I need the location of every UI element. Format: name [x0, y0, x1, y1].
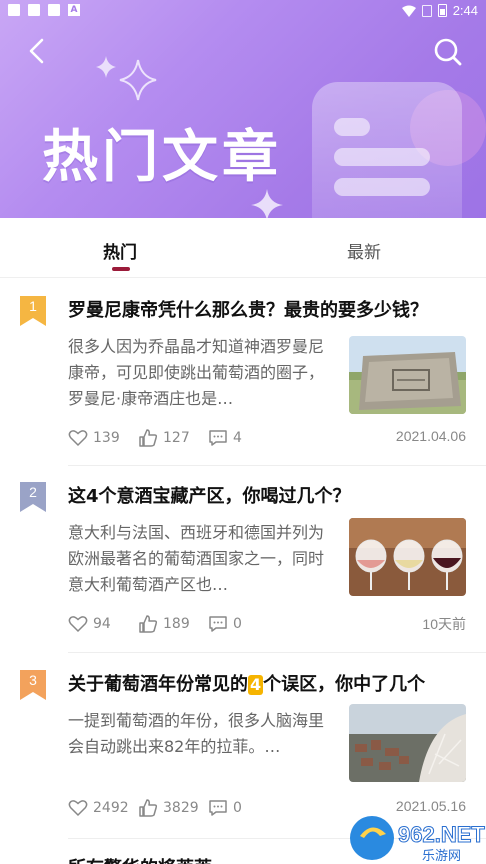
active-tab-indicator: [112, 267, 130, 271]
notification-icon: [8, 4, 20, 16]
status-time: 2:44: [452, 3, 478, 18]
tab-latest[interactable]: 最新: [347, 238, 381, 263]
article-title[interactable]: 关于葡萄酒年份常见的 4 个误区，你中了几个: [68, 670, 486, 696]
thumbs-up-icon: [139, 429, 158, 447]
heart-icon: [68, 430, 88, 447]
comments-stat[interactable]: 4: [208, 428, 242, 448]
likes-stat[interactable]: 3829: [138, 798, 199, 818]
comment-icon: [209, 616, 227, 632]
likes-stat[interactable]: 189: [138, 614, 190, 634]
article-thumbnail[interactable]: [349, 518, 466, 596]
rank-badge: 3: [20, 670, 46, 700]
article-item[interactable]: 1 罗曼尼康帝凭什么那么贵？最贵的要多少钱？ 很多人因为乔晶晶才知道神酒罗曼尼康…: [0, 296, 486, 456]
article-summary: 很多人因为乔晶晶才知道神酒罗曼尼康帝，可见即使跳出葡萄酒的圈子，罗曼尼·康帝酒庄…: [68, 337, 325, 408]
sparkle-icon: [96, 56, 116, 78]
rank-badge: 1: [20, 296, 46, 326]
article-meta: 139 127 4 2021.04.06: [68, 428, 466, 450]
document-illustration: [312, 82, 462, 218]
svg-text:962.NET: 962.NET: [398, 822, 485, 847]
views-stat[interactable]: 94: [68, 614, 111, 634]
watermark-logo: 962.NET 乐游网: [350, 816, 486, 864]
divider: [68, 465, 486, 466]
article-thumbnail[interactable]: [349, 704, 466, 782]
article-item[interactable]: 3 关于葡萄酒年份常见的 4 个误区，你中了几个 一提到葡萄酒的年份，很多人脑海里会…: [0, 670, 486, 830]
sparkle-icon: [119, 59, 157, 101]
article-summary: 意大利与法国、西班牙和德国并列为欧洲最著名的葡萄酒国家之一，同时意大利葡萄酒产区…: [68, 523, 325, 594]
back-arrow-icon[interactable]: [22, 36, 52, 66]
search-icon[interactable]: [432, 36, 464, 68]
notification-icon: [28, 4, 40, 16]
article-date: 2021.04.06: [395, 428, 466, 444]
article-summary: 一提到葡萄酒的年份，很多人脑海里会自动跳出来82年的拉菲。…: [68, 711, 325, 756]
article-date: 10天前: [422, 616, 466, 632]
article-title[interactable]: 这4个意酒宝藏产区，你喝过几个？: [68, 482, 486, 508]
app-notification-icon: A: [68, 4, 80, 16]
article-title[interactable]: 罗曼尼康帝凭什么那么贵？最贵的要多少钱？: [68, 296, 486, 322]
article-item[interactable]: 2 这4个意酒宝藏产区，你喝过几个？ 意大利与法国、西班牙和德国并列为欧洲最著名…: [0, 482, 486, 642]
page-title: 热门文章: [42, 125, 282, 190]
header-banner: A 2:44 热门文章: [0, 0, 486, 218]
sim-icon: [421, 4, 432, 17]
heart-icon: [68, 800, 88, 817]
number-highlight: 4: [248, 675, 264, 695]
notification-icon: [48, 4, 60, 16]
divider: [68, 652, 486, 653]
tab-bar: 热门 最新: [0, 218, 486, 278]
views-stat[interactable]: 139: [68, 428, 120, 448]
thumbs-up-icon: [139, 799, 158, 817]
comment-icon: [209, 800, 227, 816]
article-thumbnail[interactable]: [349, 336, 466, 414]
comment-icon: [209, 430, 227, 446]
likes-stat[interactable]: 127: [138, 428, 190, 448]
svg-text:乐游网: 乐游网: [422, 849, 461, 864]
status-bar: A 2:44: [0, 0, 486, 22]
article-meta: 94 189 0 10天前: [68, 614, 466, 636]
comments-stat[interactable]: 0: [208, 798, 242, 818]
wifi-icon: [401, 5, 416, 17]
rank-badge: 2: [20, 482, 46, 512]
battery-icon: [437, 4, 447, 17]
heart-icon: [68, 616, 88, 633]
thumbs-up-icon: [139, 615, 158, 633]
tab-hot[interactable]: 热门: [103, 238, 137, 263]
views-stat[interactable]: 2492: [68, 798, 129, 818]
comments-stat[interactable]: 0: [208, 614, 242, 634]
